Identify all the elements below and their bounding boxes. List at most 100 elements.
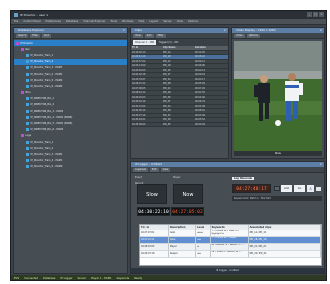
event-text: Keyword lock: Match 1 - First Half — [232, 196, 322, 201]
log-row[interactable]: 04:27:07:01 Goal ★★★ 1 • Chelsea 34 • Frank… — [140, 230, 321, 237]
clip-cell: 04:31:12:04 — [132, 104, 146, 108]
tree-item-label: IP_Director_Train_4 - PGM1 — [30, 72, 63, 76]
logsheet-button[interactable]: Logsheet — [133, 167, 148, 172]
view-button[interactable]: View — [133, 33, 143, 38]
clip-cell: 04:29:20:03 — [132, 95, 146, 99]
panel-close-icon[interactable]: × — [319, 162, 322, 167]
log-cell-clips: IPD_1A, IPD_1C — [249, 230, 321, 236]
go-button[interactable]: Go — [294, 185, 305, 192]
sort-button[interactable]: Sort — [144, 33, 154, 38]
menu-channel-explorer[interactable]: Channel Explorer — [83, 20, 105, 23]
slow-button[interactable]: Slow — [137, 184, 167, 204]
clip-cell: 04:19:02:10 — [132, 50, 146, 54]
menu-layout[interactable]: Layout — [149, 20, 158, 23]
minimize-button[interactable]: _ — [307, 12, 312, 17]
clip-icon — [26, 66, 29, 70]
col-tc-in[interactable]: TC In — [131, 46, 162, 50]
menu-server[interactable]: Server — [163, 20, 172, 23]
edit-button[interactable]: Edit — [149, 167, 159, 172]
filter-button[interactable]: Filter — [155, 33, 166, 38]
clip-cell: IPD_1B — [163, 55, 171, 58]
soccer-match-image — [234, 41, 322, 151]
clip-cell: 04:25:33:07 — [132, 77, 146, 81]
user-icon[interactable]: ♙ — [307, 185, 314, 192]
col-clip-name[interactable]: Clip Name — [162, 46, 194, 50]
lock-icon[interactable] — [316, 187, 321, 191]
panel-close-icon[interactable]: × — [319, 28, 322, 33]
menu-control-panel[interactable]: Control Panel — [23, 20, 40, 23]
log-cell-clips: IPD_2D, IPD_3A — [249, 251, 321, 257]
log-row[interactable]: 04:27:14:11 Save ★★ 1 • Chelsea 64 • Drogba… — [140, 237, 321, 244]
clip-cell: IPD_1C — [163, 59, 171, 63]
log-cell-level: ★★ — [196, 237, 211, 243]
tree-item-label: Logs — [25, 134, 32, 138]
panel-close-icon[interactable]: × — [122, 28, 125, 33]
clip-icon — [26, 72, 29, 76]
status-player: Player 1 - PGM1 — [91, 276, 112, 280]
tree-item-label: IP_Director_Train_2 — [30, 60, 54, 64]
maximize-button[interactable]: □ — [313, 12, 318, 17]
menu-file[interactable]: File — [14, 20, 18, 23]
menu-view[interactable]: View — [177, 20, 183, 23]
status-keywords: Keywords — [116, 276, 130, 280]
clip-icon — [26, 103, 29, 107]
clip-cell: 00:01:55 — [195, 91, 205, 94]
tree-item-label: IP_DIRECTOR_Bin_1 — [30, 97, 54, 101]
log-cell-desc: Keeper — [169, 251, 197, 257]
clip-cell: IPD_2F — [163, 100, 171, 103]
clip-cell: IPD_3C — [163, 113, 171, 117]
clip-cell: 04:26:15:22 — [132, 82, 146, 85]
video-title: Video Display - 1920 x 1080 × — [232, 28, 324, 33]
clips-tabs: Channel 1 - 186 Tagged (1) - 201 — [131, 39, 228, 46]
menu-help[interactable]: Help — [138, 20, 144, 23]
menu-windows[interactable]: Windows — [122, 20, 134, 23]
add-button[interactable]: Add — [281, 185, 292, 192]
options-button[interactable]: Options — [246, 33, 260, 38]
clip-icon — [26, 60, 29, 64]
menu-preferences[interactable]: Preferences — [46, 20, 61, 23]
clip-icon — [26, 115, 29, 119]
tree-item-label: IP_DIRECTOR_Bin_6 - PGM2 — [30, 128, 64, 132]
menu-bar: File Control Panel Preferences Database … — [11, 19, 326, 25]
clip-icon — [26, 159, 29, 163]
view-button[interactable]: View — [160, 167, 171, 172]
edit-icon[interactable] — [274, 186, 280, 191]
logsheet-tc-label: Log timecode — [232, 177, 255, 180]
close-button[interactable]: × — [319, 12, 324, 17]
status-bar: EVS Connected Database IP Logger Server … — [11, 275, 326, 280]
ip-logger-toolbar: Logsheet Edit View — [131, 167, 324, 173]
search-button[interactable]: Search — [16, 33, 29, 38]
log-row[interactable]: 04:28:03:05 Player ★ 43 • Arsenal 13 • Walc… — [140, 244, 321, 251]
sort-button[interactable]: Sort — [42, 33, 52, 38]
filter-button[interactable]: Filter — [30, 33, 41, 38]
panel-close-icon[interactable]: × — [223, 28, 226, 33]
menu-database[interactable]: Database — [66, 20, 78, 23]
tree-item-label: IP_Director_Train_3 - PGM1 — [30, 152, 63, 156]
clip-icon — [26, 152, 29, 156]
clip-cell: 04:34:18:21 — [132, 118, 146, 121]
clip-cell: 04:30:01:19 — [132, 100, 146, 103]
clip-cell: 04:28:44:12 — [132, 91, 146, 94]
clip-cell: IPD_3E — [163, 122, 171, 126]
clip-cell: IPD_3B — [163, 109, 171, 112]
clip-row[interactable]: 04:35:09:00 IPD_3E 00:02:26 — [131, 122, 228, 127]
database-explorer-panel: Database Explorer × Search Filter Sort I… — [13, 27, 128, 274]
status-database: Database — [43, 276, 56, 280]
now-button[interactable]: Now — [173, 184, 203, 204]
tab-channel[interactable]: Channel 1 - 186 — [133, 40, 157, 45]
video-button[interactable]: Video — [234, 33, 245, 38]
log-cell-keywords: 1 • Chelsea 34 • Frank 75 • HighlightCut — [211, 230, 249, 236]
clip-cell: 00:06:00 — [195, 64, 205, 67]
log-cell-desc: Save — [169, 237, 197, 243]
menu-options[interactable]: Options — [188, 20, 198, 23]
col-duration[interactable]: Duration — [194, 46, 228, 50]
clip-cell: IPD_3D — [163, 118, 171, 121]
clips-title: Clips × — [131, 28, 228, 33]
tree-item[interactable]: IP_Director_Train_5 - PGM2 — [14, 164, 127, 170]
clip-cell: 00:05:09 — [195, 82, 205, 85]
clip-cell: 04:22:13:09 — [132, 64, 146, 67]
log-row[interactable]: 04:29:07:18 Keeper ★★ 28 • Yellow 3 • Refer… — [140, 251, 321, 258]
menu-tools[interactable]: Tools — [110, 20, 116, 23]
tab-tagged[interactable]: Tagged (1) - 201 — [157, 40, 181, 45]
tree-item-label: IP_Director_Train_5 - PGM2 — [30, 165, 63, 169]
